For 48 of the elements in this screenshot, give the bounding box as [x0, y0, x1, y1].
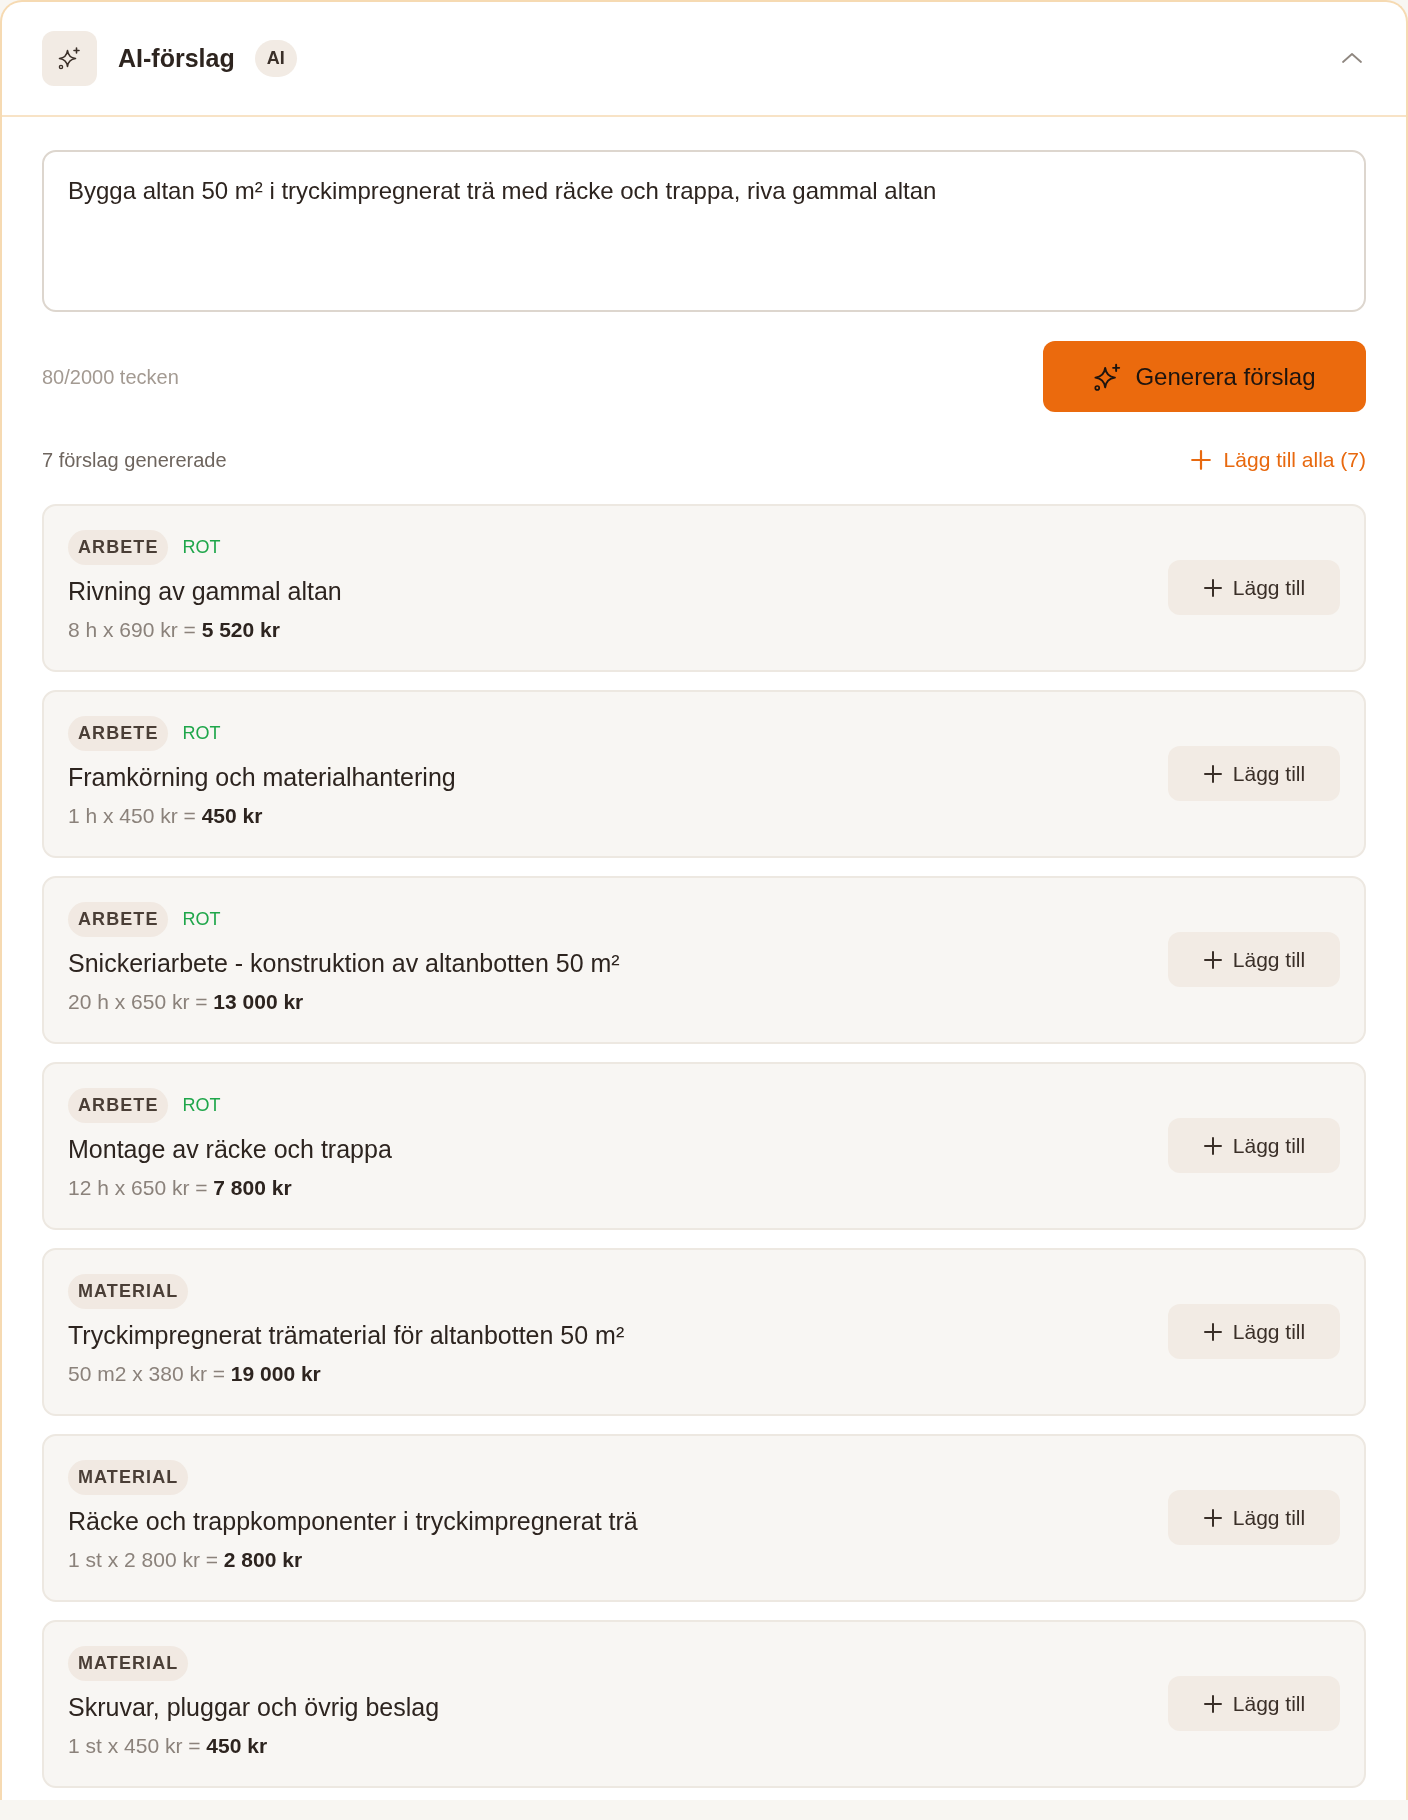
- summary-text: 7 förslag genererade: [42, 447, 227, 473]
- item-title: Rivning av gammal altan: [68, 576, 342, 607]
- category-badge: ARBETE: [68, 530, 169, 565]
- price-calculation: 1 h x 450 kr = 450 kr: [68, 803, 264, 829]
- sparkle-icon: [42, 31, 97, 86]
- item-title: Framkörning och materialhantering: [68, 762, 456, 793]
- price-calculation: 1 st x 450 kr = 450 kr: [68, 1733, 269, 1759]
- deduction-label: ROT: [182, 1094, 221, 1117]
- generate-button[interactable]: Generera förslag: [1043, 341, 1366, 412]
- price-calculation: 8 h x 690 kr = 5 520 kr: [68, 617, 281, 643]
- item-title: Snickeriarbete - konstruktion av altanbotten 50 m²: [68, 948, 620, 979]
- item-title: Montage av räcke och trappa: [68, 1134, 392, 1165]
- category-badge: ARBETE: [68, 1088, 169, 1123]
- deduction-label: ROT: [182, 722, 221, 745]
- add-button[interactable]: Lägg till: [1168, 560, 1340, 615]
- plus-icon: [1202, 577, 1223, 598]
- add-button[interactable]: Lägg till: [1168, 746, 1340, 801]
- category-badge: MATERIAL: [68, 1274, 189, 1309]
- deduction-label: ROT: [182, 536, 221, 559]
- price-calculation: 1 st x 2 800 kr = 2 800 kr: [68, 1547, 304, 1573]
- panel-title: AI-förslag: [118, 42, 235, 74]
- add-button[interactable]: Lägg till: [1168, 1676, 1340, 1731]
- add-button[interactable]: Lägg till: [1168, 1304, 1340, 1359]
- plus-icon: [1202, 1321, 1223, 1342]
- category-badge: MATERIAL: [68, 1646, 189, 1681]
- category-badge: ARBETE: [68, 902, 169, 937]
- plus-icon: [1202, 1507, 1223, 1528]
- add-button[interactable]: Lägg till: [1168, 932, 1340, 987]
- ai-badge: AI: [254, 40, 297, 77]
- deduction-label: ROT: [182, 908, 221, 931]
- character-counter: 80/2000 tecken: [42, 364, 179, 390]
- plus-icon: [1202, 1693, 1223, 1714]
- item-title: Tryckimpregnerat trämaterial för altanbotten 50 m²: [68, 1320, 625, 1351]
- add-button[interactable]: Lägg till: [1168, 1118, 1340, 1173]
- description-field[interactable]: Bygga altan 50 m² i tryckimpregnerat trä med räcke och trappa, riva gammal altan: [42, 150, 1366, 312]
- category-badge: MATERIAL: [68, 1460, 189, 1495]
- category-badge: ARBETE: [68, 716, 169, 751]
- price-calculation: 12 h x 650 kr = 7 800 kr: [68, 1175, 293, 1201]
- plus-icon: [1202, 763, 1223, 784]
- plus-icon: [1189, 448, 1212, 471]
- plus-icon: [1202, 949, 1223, 970]
- plus-icon: [1202, 1135, 1223, 1156]
- price-calculation: 50 m2 x 380 kr = 19 000 kr: [68, 1361, 322, 1387]
- item-title: Räcke och trappkomponenter i tryckimpregnerat trä: [68, 1506, 638, 1537]
- add-button[interactable]: Lägg till: [1168, 1490, 1340, 1545]
- price-calculation: 20 h x 650 kr = 13 000 kr: [68, 989, 305, 1015]
- sparkle-icon: [1093, 362, 1122, 391]
- item-title: Skruvar, pluggar och övrig beslag: [68, 1692, 440, 1723]
